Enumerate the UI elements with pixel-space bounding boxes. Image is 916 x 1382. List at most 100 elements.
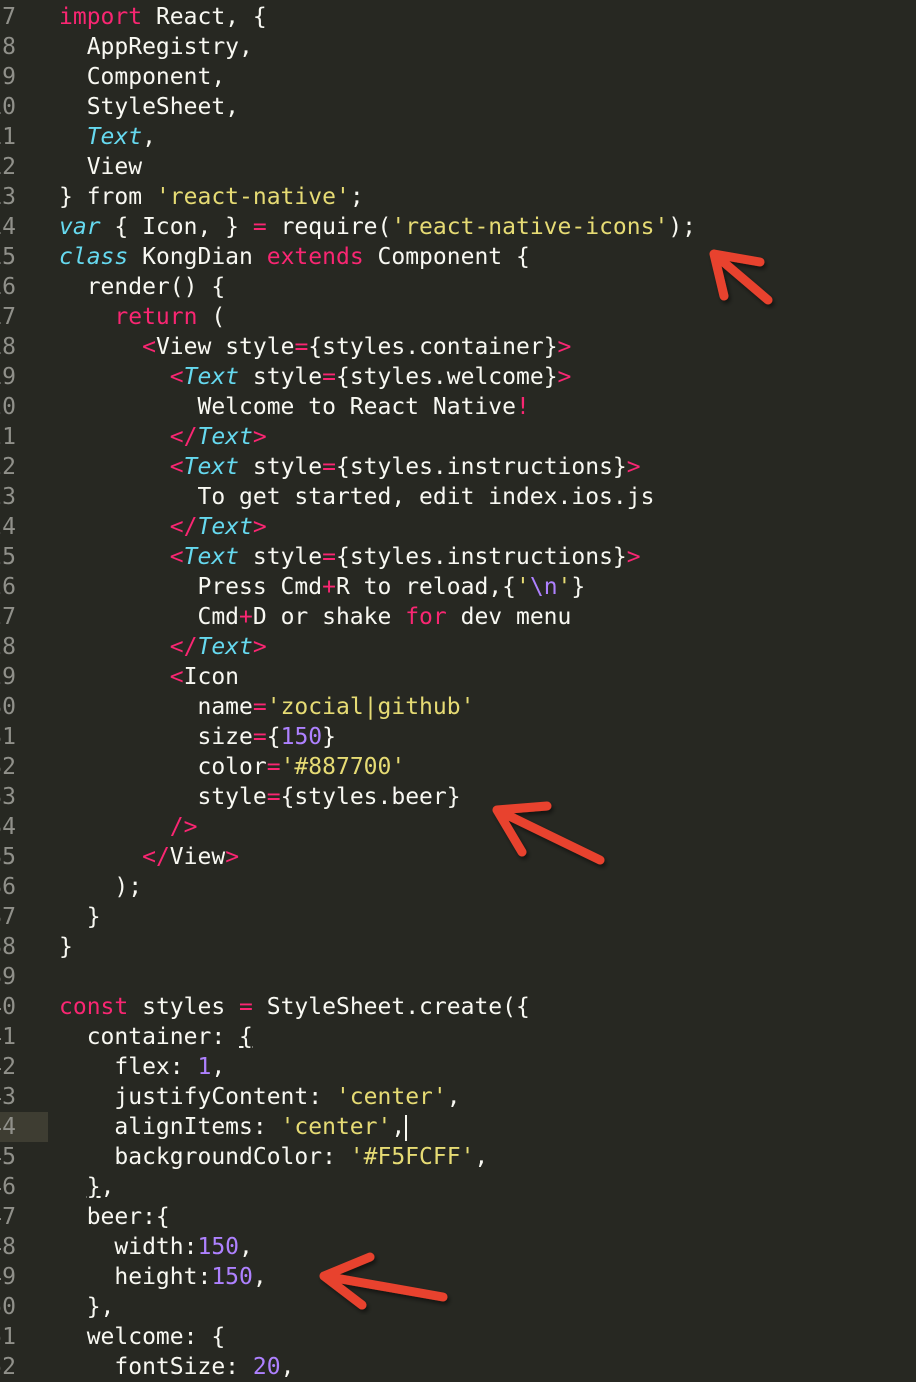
line-number: 41 bbox=[0, 1024, 16, 1050]
code-line[interactable]: 39 bbox=[0, 962, 916, 992]
line-number: 23 bbox=[0, 484, 16, 510]
code-line[interactable]: 34 /> bbox=[0, 812, 916, 842]
code-token: require( bbox=[266, 214, 392, 240]
code-line[interactable]: 27 Cmd+D or shake for dev menu bbox=[0, 602, 916, 632]
line-number: 38 bbox=[0, 934, 16, 960]
code-line[interactable]: 49 height:150, bbox=[0, 1262, 916, 1292]
code-text: height:150, bbox=[59, 1262, 266, 1292]
code-line[interactable]: 52 fontSize: 20, bbox=[0, 1352, 916, 1382]
code-line[interactable]: 8 AppRegistry, bbox=[0, 32, 916, 62]
text-cursor bbox=[405, 1114, 408, 1141]
code-token: AppRegistry, bbox=[59, 34, 253, 60]
code-line[interactable]: 38} bbox=[0, 932, 916, 962]
code-line[interactable]: 45 backgroundColor: '#F5FCFF', bbox=[0, 1142, 916, 1172]
code-line[interactable]: 35 </View> bbox=[0, 842, 916, 872]
code-line[interactable]: 43 justifyContent: 'center', bbox=[0, 1082, 916, 1112]
code-line[interactable]: 7 import React, { bbox=[0, 2, 916, 32]
code-line[interactable]: 33 style={styles.beer} bbox=[0, 782, 916, 812]
code-line[interactable]: 19 <Text style={styles.welcome}> bbox=[0, 362, 916, 392]
code-line[interactable]: 31 size={150} bbox=[0, 722, 916, 752]
line-number: 44 bbox=[0, 1114, 16, 1140]
code-token: , bbox=[446, 1084, 461, 1110]
line-number: 25 bbox=[0, 544, 16, 570]
code-token: , bbox=[239, 1234, 253, 1260]
code-token: = bbox=[322, 454, 336, 480]
code-line[interactable]: 44 alignItems: 'center', bbox=[0, 1112, 916, 1142]
code-line[interactable]: 23 To get started, edit index.ios.js bbox=[0, 482, 916, 512]
code-line[interactable]: 46 }, bbox=[0, 1172, 916, 1202]
code-line[interactable]: 26 Press Cmd+R to reload,{'\n'} bbox=[0, 572, 916, 602]
code-line[interactable]: 51 welcome: { bbox=[0, 1322, 916, 1352]
code-line[interactable]: 36 ); bbox=[0, 872, 916, 902]
code-line[interactable]: 18 <View style={styles.container}> bbox=[0, 332, 916, 362]
code-token: var bbox=[59, 214, 101, 240]
code-line[interactable]: 30 name='zocial|github' bbox=[0, 692, 916, 722]
code-token: ); bbox=[668, 214, 697, 240]
code-line[interactable]: 15 class KongDian extends Component { bbox=[0, 242, 916, 272]
code-token: = bbox=[252, 694, 267, 720]
code-token: 'center' bbox=[280, 1114, 392, 1140]
code-line[interactable]: 22 <Text style={styles.instructions}> bbox=[0, 452, 916, 482]
code-text: <Text style={styles.instructions}> bbox=[59, 542, 641, 572]
code-line[interactable]: 40 const styles = StyleSheet.create({ bbox=[0, 992, 916, 1022]
code-token: < bbox=[142, 334, 156, 360]
code-line[interactable]: 16 render() { bbox=[0, 272, 916, 302]
code-line[interactable]: 32 color='#887700' bbox=[0, 752, 916, 782]
code-line[interactable]: 17 return ( bbox=[0, 302, 916, 332]
code-text: ); bbox=[59, 872, 142, 902]
line-number: 26 bbox=[0, 574, 16, 600]
code-line[interactable]: 24 </Text> bbox=[0, 512, 916, 542]
code-line[interactable]: 20 Welcome to React Native! bbox=[0, 392, 916, 422]
code-token: 'center' bbox=[335, 1084, 447, 1110]
code-text: Welcome to React Native! bbox=[59, 392, 529, 422]
code-text: container: { bbox=[59, 1022, 253, 1052]
code-token: Text bbox=[183, 454, 240, 480]
code-token: Text bbox=[197, 514, 253, 540]
line-number: 42 bbox=[0, 1054, 16, 1080]
code-token: size bbox=[59, 724, 253, 750]
code-token: render() { bbox=[59, 274, 226, 300]
code-line[interactable]: 10 StyleSheet, bbox=[0, 92, 916, 122]
code-editor[interactable]: 7 import React, {8 AppRegistry, 9 Componen… bbox=[0, 2, 916, 1382]
code-line[interactable]: 41 container: { bbox=[0, 1022, 916, 1052]
code-text: import React, { bbox=[59, 2, 267, 32]
code-token: 'react-native-icons' bbox=[391, 214, 669, 240]
code-line[interactable]: 25 <Text style={styles.instructions}> bbox=[0, 542, 916, 572]
code-text: Cmd+D or shake for dev menu bbox=[59, 602, 571, 632]
code-line[interactable]: 50 }, bbox=[0, 1292, 916, 1322]
code-line[interactable]: 42 flex: 1, bbox=[0, 1052, 916, 1082]
code-line[interactable]: 12 View bbox=[0, 152, 916, 182]
line-number: 40 bbox=[0, 994, 16, 1020]
code-line[interactable]: 9 Component, bbox=[0, 62, 916, 92]
code-token: < bbox=[169, 454, 184, 480]
code-line[interactable]: 28 </Text> bbox=[0, 632, 916, 662]
code-token: { bbox=[239, 1024, 253, 1050]
code-token: 150 bbox=[211, 1264, 253, 1290]
code-token: > bbox=[252, 514, 267, 540]
code-token: width: bbox=[59, 1234, 198, 1260]
code-line[interactable]: 48 width:150, bbox=[0, 1232, 916, 1262]
code-token: } from bbox=[59, 184, 156, 210]
code-token: ( bbox=[197, 304, 226, 330]
code-text: justifyContent: 'center', bbox=[59, 1082, 461, 1112]
code-line[interactable]: 13} from 'react-native'; bbox=[0, 182, 916, 212]
code-line[interactable]: 37 } bbox=[0, 902, 916, 932]
code-token: name bbox=[59, 694, 253, 720]
line-number: 17 bbox=[0, 304, 16, 330]
code-line[interactable]: 14 var { Icon, } = require('react-native-… bbox=[0, 212, 916, 242]
code-line[interactable]: 47 beer:{ bbox=[0, 1202, 916, 1232]
code-token: backgroundColor: bbox=[59, 1144, 350, 1170]
code-line[interactable]: 29 <Icon bbox=[0, 662, 916, 692]
line-number: 52 bbox=[0, 1354, 16, 1380]
code-line[interactable]: 21 </Text> bbox=[0, 422, 916, 452]
code-text: View bbox=[59, 152, 142, 182]
code-token: = bbox=[294, 334, 309, 360]
code-text: } from 'react-native'; bbox=[59, 182, 364, 212]
code-line[interactable]: 11 Text, bbox=[0, 122, 916, 152]
